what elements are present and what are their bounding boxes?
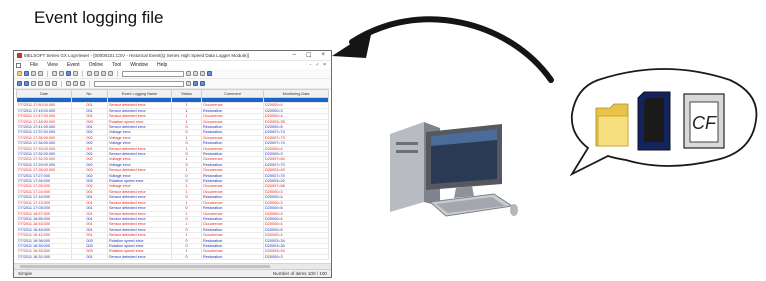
arrow-head <box>332 30 372 58</box>
pc-mouse <box>510 204 518 216</box>
speech-bubble: CF <box>569 68 758 176</box>
folder-icon <box>595 103 629 147</box>
arrow-curve <box>349 16 554 83</box>
pc-monitor <box>426 124 502 198</box>
pc-keyboard <box>428 193 514 217</box>
desktop-computer-icon <box>390 122 518 217</box>
sd-card-icon <box>637 91 671 151</box>
cf-label: CF <box>692 113 717 133</box>
cf-card-icon: CF <box>683 93 725 149</box>
